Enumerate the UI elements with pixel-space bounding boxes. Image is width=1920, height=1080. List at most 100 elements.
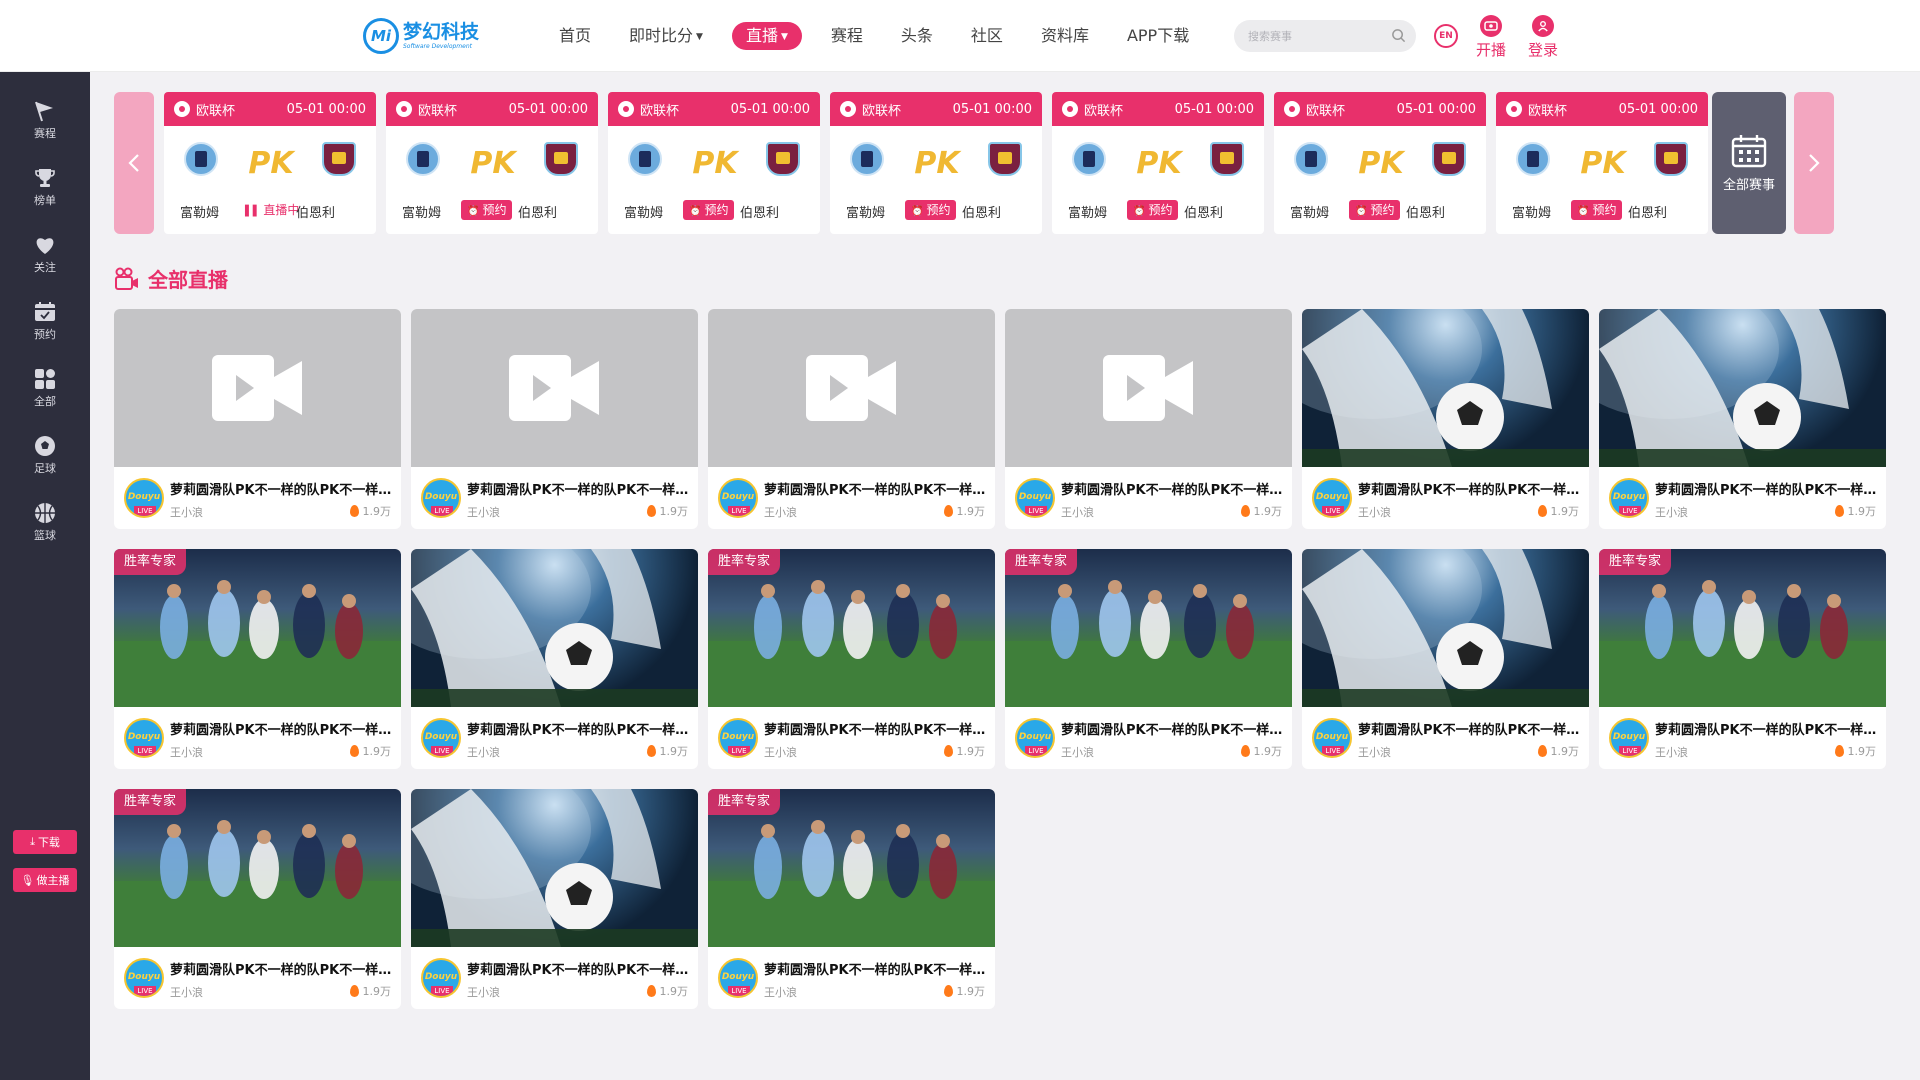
anchor-name[interactable]: 王小浪 — [764, 744, 797, 760]
match-card[interactable]: 欧联杯 05-01 00:00 PK 富勒姆 ⏰ 预约 伯恩利 — [1052, 92, 1264, 234]
match-card[interactable]: 欧联杯 05-01 00:00 PK 富勒姆 ▌▌ 直播中 伯恩利 — [164, 92, 376, 234]
douyu-live-avatar[interactable] — [1609, 478, 1649, 518]
live-thumbnail[interactable] — [1005, 309, 1292, 467]
anchor-name[interactable]: 王小浪 — [170, 744, 203, 760]
anchor-name[interactable]: 王小浪 — [1358, 504, 1391, 520]
anchor-name[interactable]: 王小浪 — [170, 504, 203, 520]
live-thumbnail[interactable] — [114, 309, 401, 467]
douyu-live-avatar[interactable] — [1312, 478, 1352, 518]
all-matches-button[interactable]: 全部赛事 — [1712, 92, 1786, 234]
live-thumbnail[interactable]: 胜率专家 — [708, 549, 995, 707]
live-title[interactable]: 萝莉圆滑队PK不一样的队PK不一样的队 — [1358, 719, 1580, 738]
douyu-live-avatar[interactable] — [124, 478, 164, 518]
reserve-button[interactable]: ⏰ 预约 — [1127, 200, 1179, 220]
live-card[interactable]: 胜率专家萝莉圆滑队PK不一样的队PK不一样的队王小浪 1.9万 — [114, 549, 401, 769]
live-title[interactable]: 萝莉圆滑队PK不一样的队PK不一样的队 — [170, 719, 392, 738]
language-button[interactable]: EN — [1434, 24, 1458, 48]
live-title[interactable]: 萝莉圆滑队PK不一样的队PK不一样的队 — [764, 959, 986, 978]
live-card[interactable]: 萝莉圆滑队PK不一样的队PK不一样的队王小浪 1.9万 — [411, 789, 698, 1009]
match-strip-next-button[interactable] — [1794, 92, 1834, 234]
douyu-live-avatar[interactable] — [124, 718, 164, 758]
anchor-name[interactable]: 王小浪 — [1655, 744, 1688, 760]
live-card[interactable]: 胜率专家萝莉圆滑队PK不一样的队PK不一样的队王小浪 1.9万 — [708, 549, 995, 769]
sidebar-item-reservation[interactable]: 预约 — [0, 301, 90, 342]
nav-item-live[interactable]: 直播 ▼ — [731, 22, 802, 50]
live-thumbnail[interactable] — [411, 789, 698, 947]
live-thumbnail[interactable]: 胜率专家 — [114, 549, 401, 707]
live-thumbnail[interactable] — [708, 309, 995, 467]
anchor-name[interactable]: 王小浪 — [467, 504, 500, 520]
douyu-live-avatar[interactable] — [421, 718, 461, 758]
reserve-button[interactable]: ⏰ 预约 — [905, 200, 957, 220]
live-title[interactable]: 萝莉圆滑队PK不一样的队PK不一样的队 — [1655, 719, 1877, 738]
live-thumbnail[interactable] — [1302, 309, 1589, 467]
douyu-live-avatar[interactable] — [1015, 478, 1055, 518]
douyu-live-avatar[interactable] — [421, 478, 461, 518]
douyu-live-avatar[interactable] — [1312, 718, 1352, 758]
live-card[interactable]: 萝莉圆滑队PK不一样的队PK不一样的队王小浪 1.9万 — [411, 549, 698, 769]
nav-item-community[interactable]: 社区 — [952, 22, 1022, 50]
sidebar-item-all[interactable]: 全部 — [0, 368, 90, 409]
douyu-live-avatar[interactable] — [124, 958, 164, 998]
douyu-live-avatar[interactable] — [718, 478, 758, 518]
douyu-live-avatar[interactable] — [1609, 718, 1649, 758]
live-thumbnail[interactable] — [411, 549, 698, 707]
nav-item-schedule[interactable]: 赛程 — [812, 22, 882, 50]
live-title[interactable]: 萝莉圆滑队PK不一样的队PK不一样的队 — [764, 479, 986, 498]
anchor-name[interactable]: 王小浪 — [467, 984, 500, 1000]
live-title[interactable]: 萝莉圆滑队PK不一样的队PK不一样的队 — [1358, 479, 1580, 498]
live-thumbnail[interactable]: 胜率专家 — [114, 789, 401, 947]
match-card[interactable]: 欧联杯 05-01 00:00 PK 富勒姆 ⏰ 预约 伯恩利 — [608, 92, 820, 234]
live-title[interactable]: 萝莉圆滑队PK不一样的队PK不一样的队 — [1655, 479, 1877, 498]
nav-item-home[interactable]: 首页 — [540, 22, 610, 50]
douyu-live-avatar[interactable] — [1015, 718, 1055, 758]
search-icon[interactable] — [1391, 28, 1406, 43]
live-title[interactable]: 萝莉圆滑队PK不一样的队PK不一样的队 — [170, 479, 392, 498]
sidebar-item-ranking[interactable]: 榜单 — [0, 167, 90, 208]
live-thumbnail[interactable] — [1302, 549, 1589, 707]
download-button[interactable]: ⤓ 下载 — [13, 830, 77, 854]
sidebar-item-football[interactable]: 足球 — [0, 435, 90, 476]
live-card[interactable]: 胜率专家萝莉圆滑队PK不一样的队PK不一样的队王小浪 1.9万 — [1005, 549, 1292, 769]
live-card[interactable]: 胜率专家萝莉圆滑队PK不一样的队PK不一样的队王小浪 1.9万 — [114, 789, 401, 1009]
live-title[interactable]: 萝莉圆滑队PK不一样的队PK不一样的队 — [467, 959, 689, 978]
live-card[interactable]: 胜率专家萝莉圆滑队PK不一样的队PK不一样的队王小浪 1.9万 — [1599, 549, 1886, 769]
broadcast-button[interactable]: 开播 — [1476, 15, 1506, 60]
match-card[interactable]: 欧联杯 05-01 00:00 PK 富勒姆 ⏰ 预约 伯恩利 — [1274, 92, 1486, 234]
live-card[interactable]: 萝莉圆滑队PK不一样的队PK不一样的队王小浪 1.9万 — [1302, 309, 1589, 529]
live-card[interactable]: 萝莉圆滑队PK不一样的队PK不一样的队王小浪 1.9万 — [411, 309, 698, 529]
live-title[interactable]: 萝莉圆滑队PK不一样的队PK不一样的队 — [1061, 719, 1283, 738]
reserve-button[interactable]: ⏰ 预约 — [1571, 200, 1623, 220]
live-card[interactable]: 胜率专家萝莉圆滑队PK不一样的队PK不一样的队王小浪 1.9万 — [708, 789, 995, 1009]
live-title[interactable]: 萝莉圆滑队PK不一样的队PK不一样的队 — [1061, 479, 1283, 498]
sidebar-item-schedule[interactable]: 赛程 — [0, 100, 90, 141]
live-card[interactable]: 萝莉圆滑队PK不一样的队PK不一样的队王小浪 1.9万 — [114, 309, 401, 529]
live-thumbnail[interactable]: 胜率专家 — [1005, 549, 1292, 707]
sidebar-item-basketball[interactable]: 篮球 — [0, 502, 90, 543]
reserve-button[interactable]: ⏰ 预约 — [683, 200, 735, 220]
anchor-name[interactable]: 王小浪 — [1061, 504, 1094, 520]
anchor-name[interactable]: 王小浪 — [1061, 744, 1094, 760]
match-strip-prev-button[interactable] — [114, 92, 154, 234]
douyu-live-avatar[interactable] — [421, 958, 461, 998]
anchor-name[interactable]: 王小浪 — [764, 984, 797, 1000]
live-card[interactable]: 萝莉圆滑队PK不一样的队PK不一样的队王小浪 1.9万 — [708, 309, 995, 529]
anchor-name[interactable]: 王小浪 — [764, 504, 797, 520]
live-thumbnail[interactable]: 胜率专家 — [1599, 549, 1886, 707]
nav-item-app-download[interactable]: APP下载 — [1108, 22, 1208, 50]
nav-item-live-score[interactable]: 即时比分 ▼ — [610, 22, 722, 50]
match-card[interactable]: 欧联杯 05-01 00:00 PK 富勒姆 ⏰ 预约 伯恩利 — [830, 92, 1042, 234]
live-title[interactable]: 萝莉圆滑队PK不一样的队PK不一样的队 — [764, 719, 986, 738]
anchor-name[interactable]: 王小浪 — [467, 744, 500, 760]
live-thumbnail[interactable] — [1599, 309, 1886, 467]
anchor-name[interactable]: 王小浪 — [1358, 744, 1391, 760]
douyu-live-avatar[interactable] — [718, 958, 758, 998]
reserve-button[interactable]: ⏰ 预约 — [1349, 200, 1401, 220]
match-card[interactable]: 欧联杯 05-01 00:00 PK 富勒姆 ⏰ 预约 伯恩利 — [1496, 92, 1708, 234]
live-card[interactable]: 萝莉圆滑队PK不一样的队PK不一样的队王小浪 1.9万 — [1005, 309, 1292, 529]
douyu-live-avatar[interactable] — [718, 718, 758, 758]
sidebar-item-follow[interactable]: 关注 — [0, 234, 90, 275]
reserve-button[interactable]: ⏰ 预约 — [461, 200, 513, 220]
live-thumbnail[interactable] — [411, 309, 698, 467]
login-button[interactable]: 登录 — [1528, 15, 1558, 60]
